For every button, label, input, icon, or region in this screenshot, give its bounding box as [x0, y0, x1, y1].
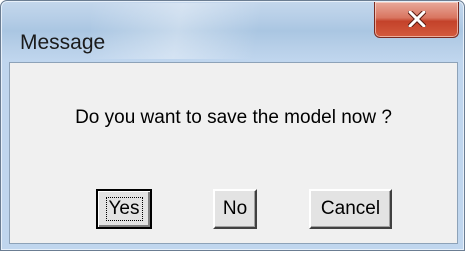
no-button-label: No — [222, 198, 248, 219]
yes-button[interactable]: Yes — [96, 189, 152, 229]
close-button[interactable] — [374, 2, 459, 38]
no-button[interactable]: No — [213, 189, 257, 229]
cancel-button-label: Cancel — [320, 198, 381, 219]
message-dialog-window: Message Do you want to save the model no… — [0, 0, 465, 251]
dialog-title: Message — [20, 31, 106, 54]
dialog-body: Do you want to save the model now ? Yes … — [9, 62, 458, 244]
cancel-button[interactable]: Cancel — [309, 189, 392, 229]
yes-button-label: Yes — [105, 197, 143, 221]
close-icon — [408, 11, 426, 27]
dialog-message: Do you want to save the model now ? — [75, 107, 392, 128]
